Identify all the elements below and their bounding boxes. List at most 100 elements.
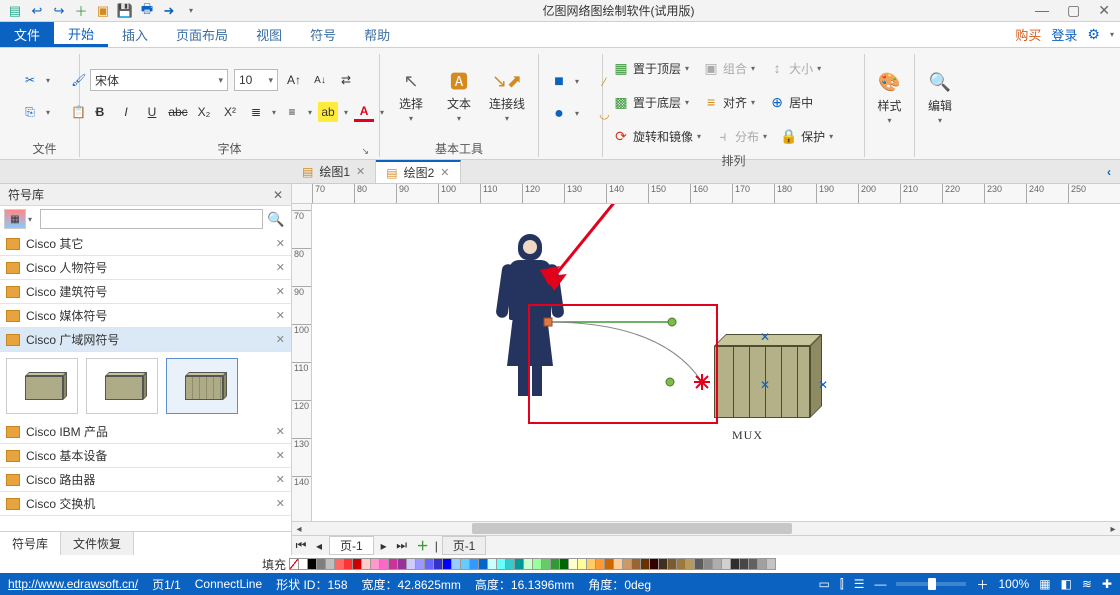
zoom-out-icon[interactable]: — <box>874 577 886 591</box>
cat-close-icon[interactable]: ✕ <box>276 449 285 462</box>
library-filter-dd[interactable]: ▾ <box>28 215 38 224</box>
scroll-right-icon[interactable]: ▸ <box>1106 522 1120 536</box>
char-spacing-icon[interactable]: ⇄ <box>336 70 356 90</box>
group-button[interactable]: ▣组合▾ <box>703 60 755 77</box>
page-last-icon[interactable]: ⏭ <box>393 538 411 553</box>
footer-tab-recovery[interactable]: 文件恢复 <box>61 532 134 555</box>
fit-width-icon[interactable]: ⫿ <box>840 577 844 592</box>
tab-file[interactable]: 文件 <box>0 22 54 47</box>
sidebar-cat-6[interactable]: Cisco 基本设备✕ <box>0 444 291 468</box>
grid-icon[interactable]: ▦ <box>1039 577 1050 591</box>
qat-print-icon[interactable]: 🖶 <box>138 3 156 19</box>
sidebar-cat-2[interactable]: Cisco 建筑符号✕ <box>0 280 291 304</box>
window-minimize-icon[interactable]: — <box>1035 2 1049 19</box>
copy-icon[interactable]: ⎘ <box>20 102 40 122</box>
zoom-slider[interactable] <box>896 582 966 586</box>
qat-undo-icon[interactable]: ↩ <box>28 3 46 19</box>
size-button[interactable]: ↕大小▾ <box>769 60 821 77</box>
symbol-thumb-1[interactable] <box>6 358 78 414</box>
shape-circle-icon[interactable]: ● <box>549 104 569 124</box>
bring-front-button[interactable]: ▦置于顶层▾ <box>613 60 689 77</box>
strike-button[interactable]: abc <box>168 102 188 122</box>
scroll-left-icon[interactable]: ◂ <box>292 522 306 536</box>
sidebar-cat-5[interactable]: Cisco IBM 产品✕ <box>0 420 291 444</box>
page-prev-icon[interactable]: ◂ <box>310 539 328 553</box>
crosshair-icon[interactable]: ✚ <box>1102 577 1112 591</box>
scroll-thumb[interactable] <box>472 523 792 534</box>
qat-open-icon[interactable]: ▣ <box>94 3 112 19</box>
font-name-combo[interactable]: 宋体▾ <box>90 69 228 91</box>
underline-button[interactable]: U <box>142 102 162 122</box>
cat-close-icon[interactable]: ✕ <box>276 309 285 322</box>
font-launcher-icon[interactable]: ↘ <box>361 146 369 157</box>
close-icon[interactable]: ✕ <box>440 166 449 179</box>
zoom-in-icon[interactable]: ＋ <box>976 576 988 593</box>
qat-more-icon[interactable]: ▾ <box>182 3 200 19</box>
cut-icon[interactable]: ✂ <box>20 70 40 90</box>
font-color-icon[interactable]: A <box>354 102 374 122</box>
center-button[interactable]: ⊕居中 <box>769 94 813 111</box>
cat-close-icon[interactable]: ✕ <box>276 473 285 486</box>
library-filter-icon[interactable]: ▦ <box>4 209 26 229</box>
tab-page-layout[interactable]: 页面布局 <box>162 22 242 47</box>
cat-close-icon[interactable]: ✕ <box>276 333 285 346</box>
status-url[interactable]: http://www.edrawsoft.cn/ <box>8 577 138 591</box>
gear-icon[interactable]: ⚙ <box>1087 26 1100 43</box>
tab-insert[interactable]: 插入 <box>108 22 162 47</box>
tab-help[interactable]: 帮助 <box>350 22 404 47</box>
bullets-icon[interactable]: ≣ <box>246 102 266 122</box>
qat-new-icon[interactable]: ＋ <box>72 3 90 19</box>
single-page-icon[interactable]: ☰ <box>854 577 865 591</box>
font-shrink-icon[interactable]: A↓ <box>310 70 330 90</box>
select-tool-button[interactable]: ↖选择▾ <box>390 69 432 123</box>
highlight-icon[interactable]: ab <box>318 102 338 122</box>
doc-tab-2[interactable]: ▤绘图2✕ <box>376 160 460 183</box>
sidebar-close-icon[interactable]: ✕ <box>273 188 283 202</box>
rotate-button[interactable]: ⟳旋转和镜像▾ <box>613 128 701 145</box>
cat-close-icon[interactable]: ✕ <box>276 497 285 510</box>
h-scrollbar[interactable]: ◂ ▸ <box>292 521 1120 535</box>
fit-page-icon[interactable]: ▭ <box>819 577 830 591</box>
footer-tab-symbol[interactable]: 符号库 <box>0 532 61 555</box>
search-icon[interactable]: 🔍 <box>265 209 287 229</box>
qat-export-icon[interactable]: ➜ <box>160 3 178 19</box>
shape-rect-icon[interactable]: ■ <box>549 72 569 92</box>
connector-tool-button[interactable]: ↘⬈连接线▾ <box>486 69 528 123</box>
send-back-button[interactable]: ▩置于底层▾ <box>613 94 689 111</box>
collapse-panel-icon[interactable]: ‹ <box>1098 160 1120 183</box>
symbol-thumb-3[interactable] <box>166 358 238 414</box>
align-button[interactable]: ≡对齐▾ <box>703 94 755 111</box>
close-icon[interactable]: ✕ <box>356 165 365 178</box>
sidebar-cat-1[interactable]: Cisco 人物符号✕ <box>0 256 291 280</box>
sidebar-cat-4[interactable]: Cisco 广域网符号✕ <box>0 328 291 352</box>
page-tab-1[interactable]: 页-1 <box>329 536 374 555</box>
symbol-thumb-2[interactable] <box>86 358 158 414</box>
sidebar-cat-7[interactable]: Cisco 路由器✕ <box>0 468 291 492</box>
bold-button[interactable]: B <box>90 102 110 122</box>
doc-tab-1[interactable]: ▤绘图1✕ <box>292 160 376 183</box>
add-page-icon[interactable]: ＋ <box>411 537 435 554</box>
font-grow-icon[interactable]: A↑ <box>284 70 304 90</box>
page-next-icon[interactable]: ▸ <box>375 539 393 553</box>
protect-button[interactable]: 🔒保护▾ <box>781 128 833 145</box>
cat-close-icon[interactable]: ✕ <box>276 285 285 298</box>
distribute-button[interactable]: ⫞分布▾ <box>715 128 767 145</box>
tab-home[interactable]: 开始 <box>54 22 108 47</box>
numbering-icon[interactable]: ≡ <box>282 102 302 122</box>
color-swatch[interactable] <box>766 558 776 570</box>
page-tab-1b[interactable]: 页-1 <box>442 536 487 555</box>
outline-icon[interactable]: ◧ <box>1061 577 1072 591</box>
search-input[interactable] <box>40 209 263 229</box>
login-link[interactable]: 登录 <box>1051 25 1077 44</box>
subscript-button[interactable]: X₂ <box>194 102 214 122</box>
italic-button[interactable]: I <box>116 102 136 122</box>
cat-close-icon[interactable]: ✕ <box>276 425 285 438</box>
tab-view[interactable]: 视图 <box>242 22 296 47</box>
window-close-icon[interactable]: ✕ <box>1098 2 1110 19</box>
edit-find-button[interactable]: 🔍编辑▾ <box>919 71 961 125</box>
style-button[interactable]: 🎨样式▾ <box>869 71 911 125</box>
qat-edraw-icon[interactable]: ▤ <box>6 3 24 19</box>
buy-link[interactable]: 购买 <box>1015 25 1041 44</box>
page-first-icon[interactable]: ⏮ <box>292 538 310 553</box>
text-tool-button[interactable]: 🅰文本▾ <box>438 69 480 123</box>
